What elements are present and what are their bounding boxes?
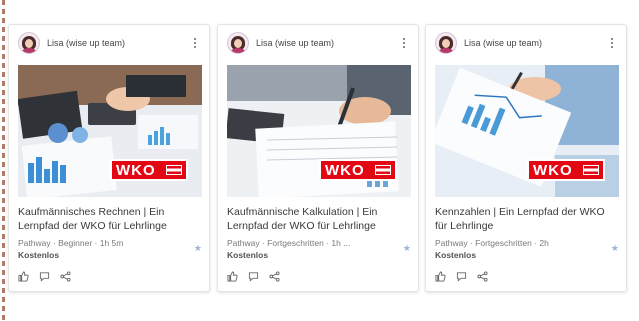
card-meta: Pathway · Beginner · 1h 5m — [18, 238, 124, 248]
author-name[interactable]: Lisa (wise up team) — [464, 38, 607, 48]
star-icon[interactable]: ★ — [194, 243, 202, 254]
comment-icon[interactable] — [456, 271, 467, 282]
card-meta: Pathway · Fortgeschritten · 1h ... — [227, 238, 351, 248]
card-thumbnail[interactable]: WKO — [435, 65, 619, 197]
user-avatar-icon[interactable] — [18, 32, 40, 54]
content-card[interactable]: Lisa (wise up team) WKO Kaufmännisches R… — [8, 24, 210, 292]
more-options-icon[interactable] — [190, 38, 200, 48]
card-actions — [18, 271, 71, 282]
card-header: Lisa (wise up team) — [218, 25, 418, 61]
card-title[interactable]: Kaufmännisches Rechnen | Ein Lernpfad de… — [18, 205, 202, 233]
like-icon[interactable] — [227, 271, 238, 282]
card-actions — [435, 271, 488, 282]
card-price: Kostenlos — [435, 250, 477, 260]
author-name[interactable]: Lisa (wise up team) — [256, 38, 399, 48]
share-icon[interactable] — [269, 271, 280, 282]
user-avatar-icon[interactable] — [435, 32, 457, 54]
card-title[interactable]: Kaufmännische Kalkulation | Ein Lernpfad… — [227, 205, 411, 233]
card-header: Lisa (wise up team) — [9, 25, 209, 61]
more-options-icon[interactable] — [607, 38, 617, 48]
content-card[interactable]: Lisa (wise up team) WKO — [425, 24, 627, 292]
share-icon[interactable] — [477, 271, 488, 282]
like-icon[interactable] — [435, 271, 446, 282]
star-icon[interactable]: ★ — [611, 243, 619, 254]
content-card[interactable]: Lisa (wise up team) WKO — [217, 24, 419, 292]
left-dashed-border — [2, 0, 5, 321]
card-header: Lisa (wise up team) — [426, 25, 626, 61]
wko-logo: WKO — [319, 159, 397, 181]
star-icon[interactable]: ★ — [403, 243, 411, 254]
card-price: Kostenlos — [227, 250, 269, 260]
card-title[interactable]: Kennzahlen | Ein Lernpfad der WKO für Le… — [435, 205, 619, 233]
wko-logo: WKO — [110, 159, 188, 181]
card-meta: Pathway · Fortgeschritten · 2h — [435, 238, 549, 248]
author-name[interactable]: Lisa (wise up team) — [47, 38, 190, 48]
more-options-icon[interactable] — [399, 38, 409, 48]
card-thumbnail[interactable]: WKO — [227, 65, 411, 197]
card-thumbnail[interactable]: WKO — [18, 65, 202, 197]
user-avatar-icon[interactable] — [227, 32, 249, 54]
comment-icon[interactable] — [248, 271, 259, 282]
card-actions — [227, 271, 280, 282]
card-list: Lisa (wise up team) WKO Kaufmännisches R… — [8, 24, 632, 292]
card-price: Kostenlos — [18, 250, 60, 260]
share-icon[interactable] — [60, 271, 71, 282]
like-icon[interactable] — [18, 271, 29, 282]
comment-icon[interactable] — [39, 271, 50, 282]
wko-logo: WKO — [527, 159, 605, 181]
